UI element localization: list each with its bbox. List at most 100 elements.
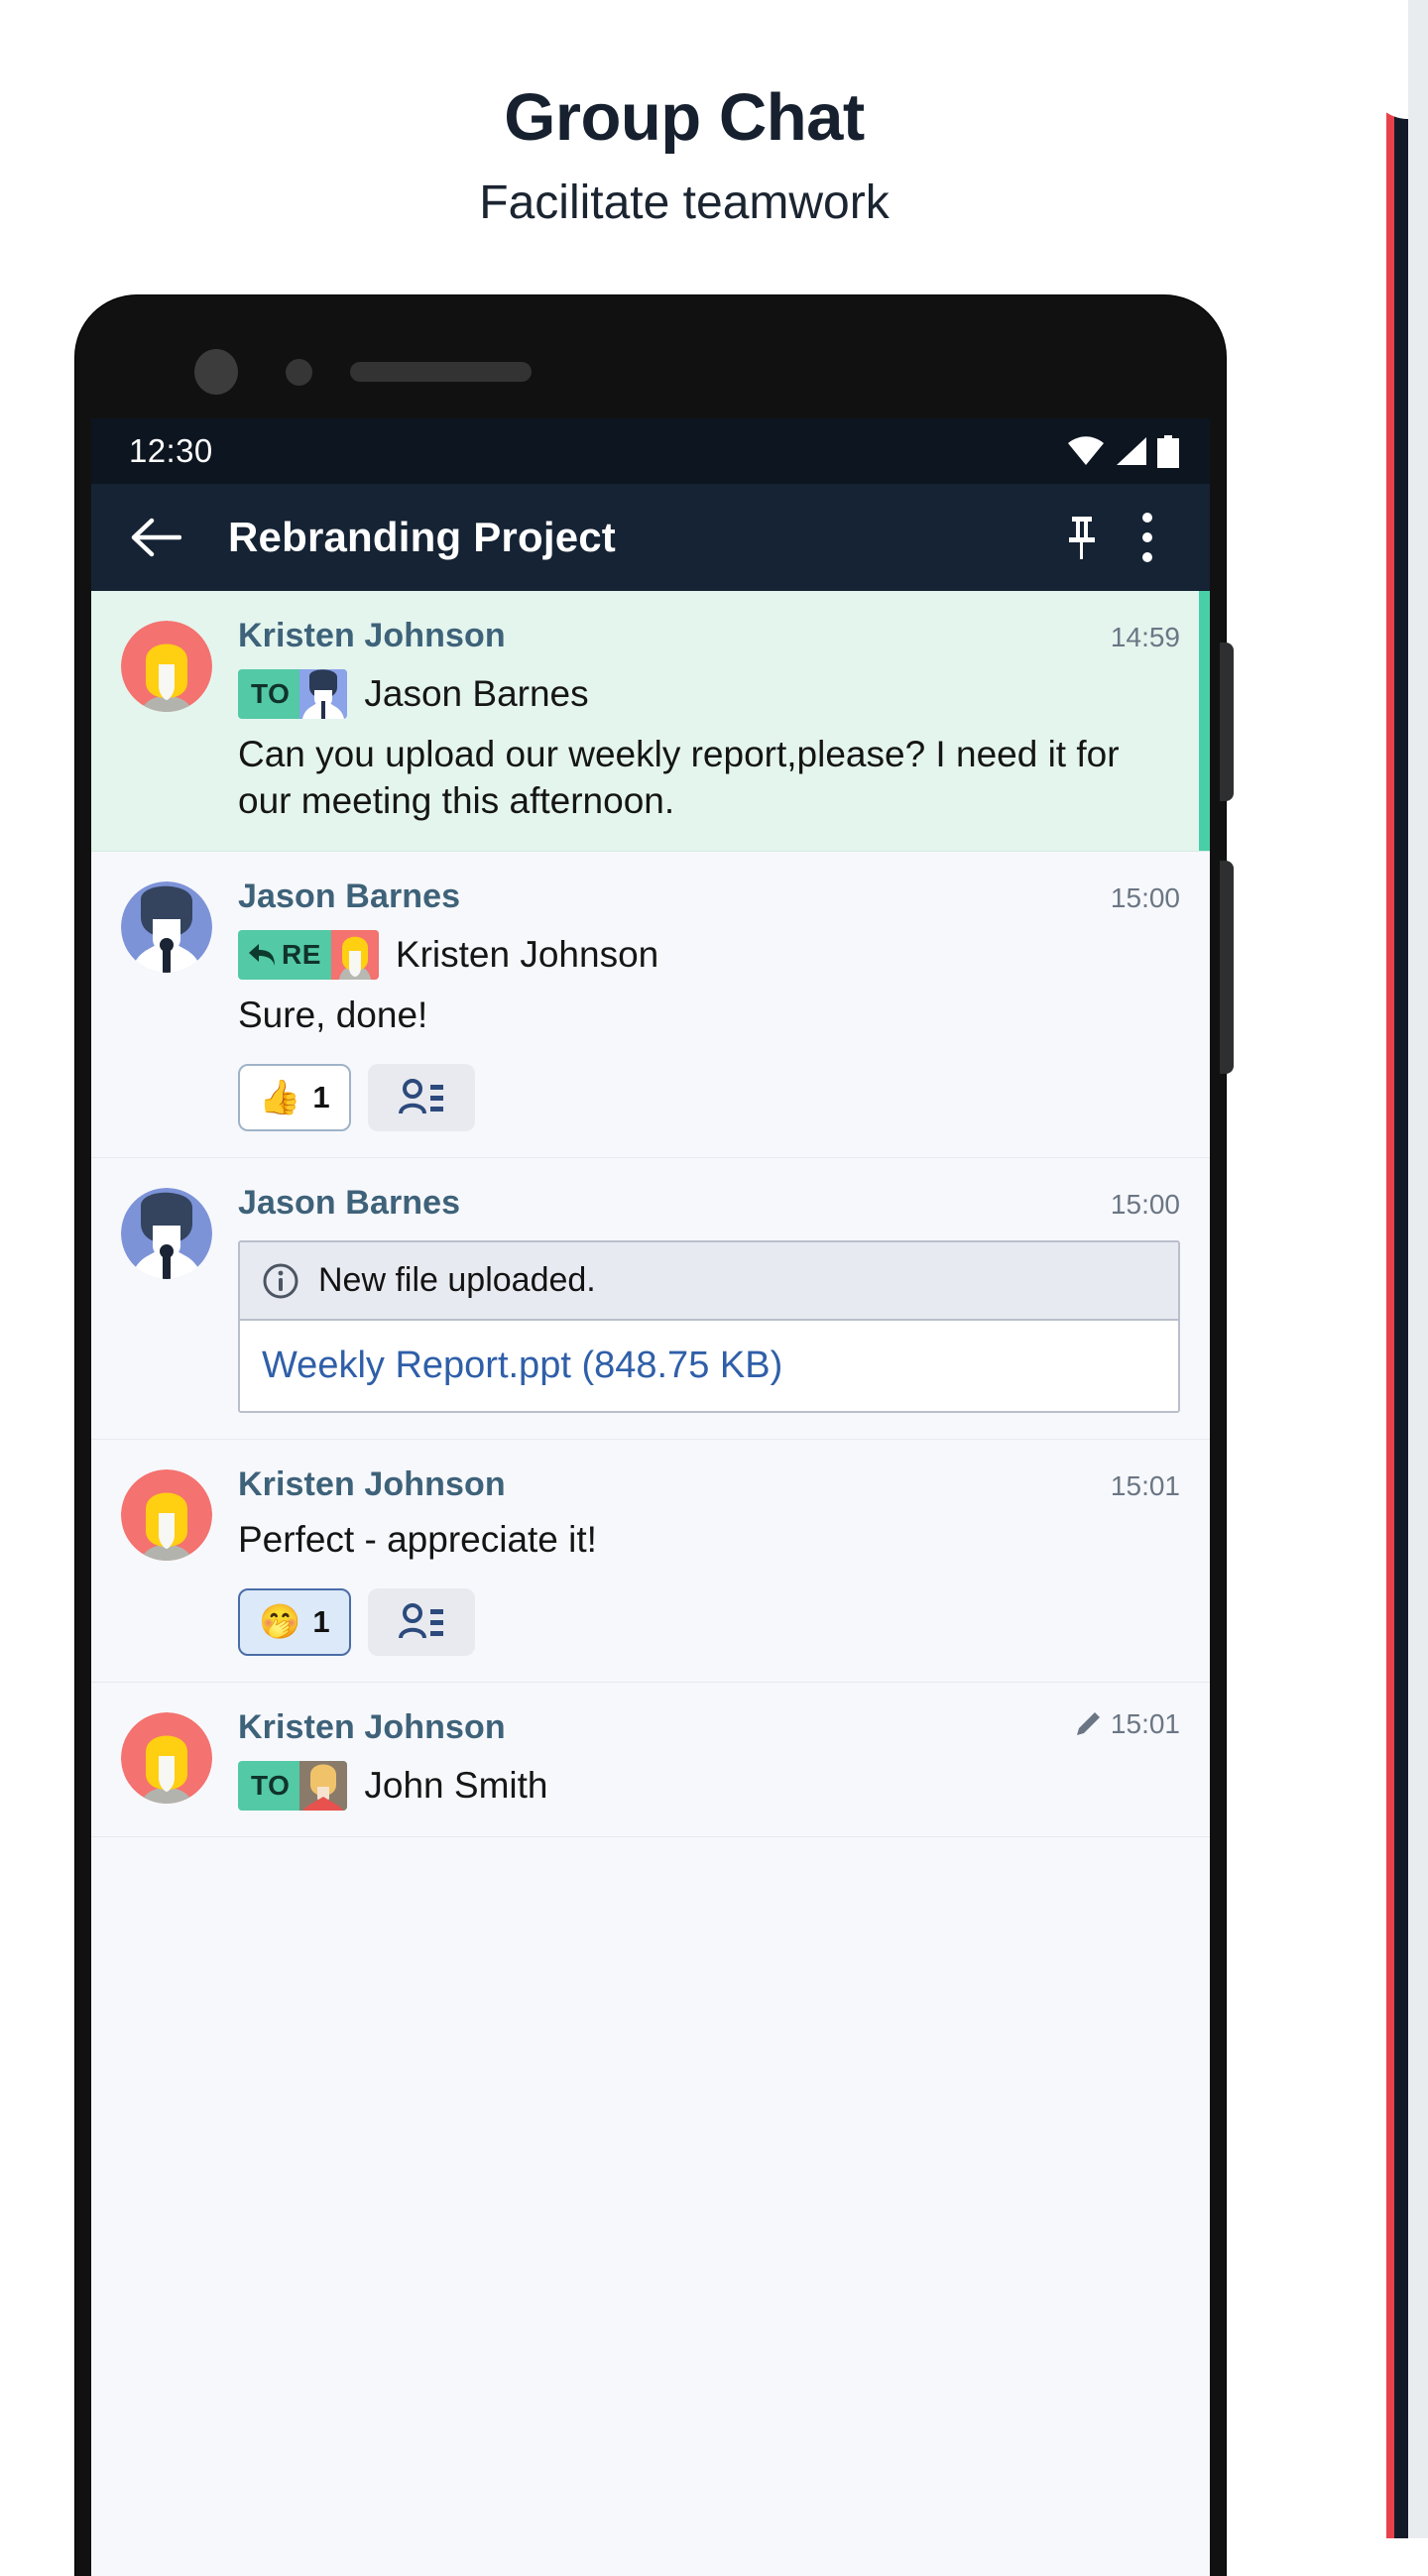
timestamp-text: 15:00 [1110,881,1180,913]
message-list[interactable]: Kristen Johnson 14:59 TO Jason Barnes Ca… [91,591,1210,1838]
reaction-chip[interactable]: 👍 1 [238,1064,351,1132]
to-badge-avatar [299,1761,348,1812]
chat-title: Rebranding Project [228,514,616,560]
message-timestamp: 15:00 [1111,882,1180,914]
message-timestamp: 15:01 [1111,1470,1180,1502]
app-bar: Rebranding Project [91,484,1210,591]
message-timestamp: 15:00 [1111,1189,1180,1221]
front-camera-icon [194,349,238,395]
message-header: Jason Barnes 15:00 [238,1184,1180,1223]
avatar [121,880,212,973]
message-timestamp: 14:59 [1111,622,1180,653]
face-hand-over-mouth-icon: 🤭 [259,1603,301,1642]
avatar [121,621,212,712]
reaction-bar: 👍 1 [238,1064,1180,1132]
back-arrow-icon[interactable] [123,505,188,570]
message-body: Kristen Johnson 15:01 Perfect - apprecia… [238,1465,1180,1657]
message-text: Can you upload our weekly report,please?… [238,734,1120,822]
recipient-row: RE Kristen Johnson [238,929,1180,980]
power-button[interactable] [1220,643,1234,801]
message-row[interactable]: Kristen Johnson 14:59 TO Jason Barnes Ca… [91,591,1210,852]
battery-icon [1157,434,1179,468]
message-sender: Kristen Johnson [238,1708,506,1747]
phone-sensor-row [75,339,1226,403]
readers-icon [398,1603,443,1639]
recipient-name: Jason Barnes [364,673,589,714]
timestamp-text: 15:01 [1110,1470,1180,1502]
message-row[interactable]: Jason Barnes 15:00 RE Kristen Johnson Su… [91,851,1210,1159]
reply-arrow-icon [249,943,275,966]
message-body: Kristen Johnson 15:01 TO John Smith [238,1708,1180,1812]
more-vertical-icon[interactable] [1115,505,1180,570]
timestamp-text: 14:59 [1110,622,1180,652]
edge-red-line [1385,0,1394,2538]
pencil-icon [1076,1712,1100,1736]
readers-icon [398,1079,443,1114]
cellular-signal-icon [1117,437,1146,465]
avatar [121,1469,212,1562]
page-title: Group Chat [504,80,865,155]
promo-header: Group Chat Facilitate teamwork [0,0,1368,230]
message-body: Jason Barnes 15:00 RE Kristen Johnson Su… [238,878,1180,1132]
to-badge: TO [238,669,348,719]
status-bar-icons [1067,434,1180,468]
decorative-edge-stripe [1368,0,1428,2538]
message-body: Kristen Johnson 14:59 TO Jason Barnes Ca… [238,617,1180,825]
message-timestamp: 15:01 [1074,1708,1180,1740]
re-badge-label: RE [282,938,321,970]
edge-rounded-corner [1368,0,1408,119]
recipient-row: TO Jason Barnes [238,669,1180,719]
message-header: Kristen Johnson 15:01 [238,1708,1180,1747]
readers-button[interactable] [367,1064,475,1132]
readers-button[interactable] [367,1588,475,1657]
message-text: Perfect - appreciate it! [238,1519,597,1561]
edge-white-gap [1368,0,1386,2538]
re-badge-avatar [330,929,379,980]
message-sender: Kristen Johnson [238,1465,506,1504]
message-body: Jason Barnes 15:00 New file uploaded. We… [238,1184,1180,1414]
status-bar-clock: 12:30 [129,432,213,469]
re-badge: RE [238,929,379,980]
avatar [121,1188,212,1280]
reaction-count: 1 [312,1080,330,1115]
re-badge-label-wrap: RE [238,939,331,971]
message-sender: Jason Barnes [238,1184,461,1223]
recipient-row: TO John Smith [238,1761,1180,1812]
timestamp-text: 15:01 [1110,1708,1180,1740]
file-link[interactable]: Weekly Report.ppt (848.75 KB) [240,1321,1178,1412]
to-badge-avatar [299,669,348,719]
message-header: Kristen Johnson 15:01 [238,1465,1180,1504]
earpiece-speaker [350,362,532,382]
info-circle-icon [263,1263,298,1299]
message-text: Sure, done! [238,994,428,1035]
message-sender: Jason Barnes [238,877,461,915]
to-badge-label: TO [251,678,291,709]
phone-mockup: 12:30 Rebranding Project Kristen Johnson… [75,295,1234,2576]
edge-navy-line [1394,0,1408,2538]
reaction-count: 1 [312,1604,330,1640]
file-info-header: New file uploaded. [240,1242,1178,1322]
edge-grey-band [1408,0,1428,2538]
message-header: Jason Barnes 15:00 [238,878,1180,916]
file-attachment[interactable]: New file uploaded. Weekly Report.ppt (84… [238,1240,1180,1414]
avatar [121,1712,212,1805]
page-subtitle: Facilitate teamwork [479,176,890,229]
reaction-chip[interactable]: 🤭 1 [238,1588,351,1657]
thumbs-up-icon: 👍 [259,1079,301,1117]
message-row[interactable]: Kristen Johnson 15:01 Perfect - apprecia… [91,1440,1210,1684]
recipient-name: John Smith [364,1765,548,1807]
status-bar: 12:30 [91,418,1210,484]
recipient-name: Kristen Johnson [395,933,659,975]
message-sender: Kristen Johnson [238,617,506,654]
volume-button[interactable] [1220,861,1234,1074]
file-info-text: New file uploaded. [318,1261,596,1300]
message-row[interactable]: Jason Barnes 15:00 New file uploaded. We… [91,1158,1210,1441]
to-badge-label: TO [251,1770,291,1802]
pin-icon[interactable] [1049,505,1115,570]
reaction-bar: 🤭 1 [238,1588,1180,1657]
message-row[interactable]: Kristen Johnson 15:01 TO John Smith [91,1683,1210,1838]
to-badge: TO [238,1761,348,1812]
message-header: Kristen Johnson 14:59 [238,617,1180,655]
wifi-icon [1068,436,1104,465]
proximity-sensor-icon [286,359,312,386]
